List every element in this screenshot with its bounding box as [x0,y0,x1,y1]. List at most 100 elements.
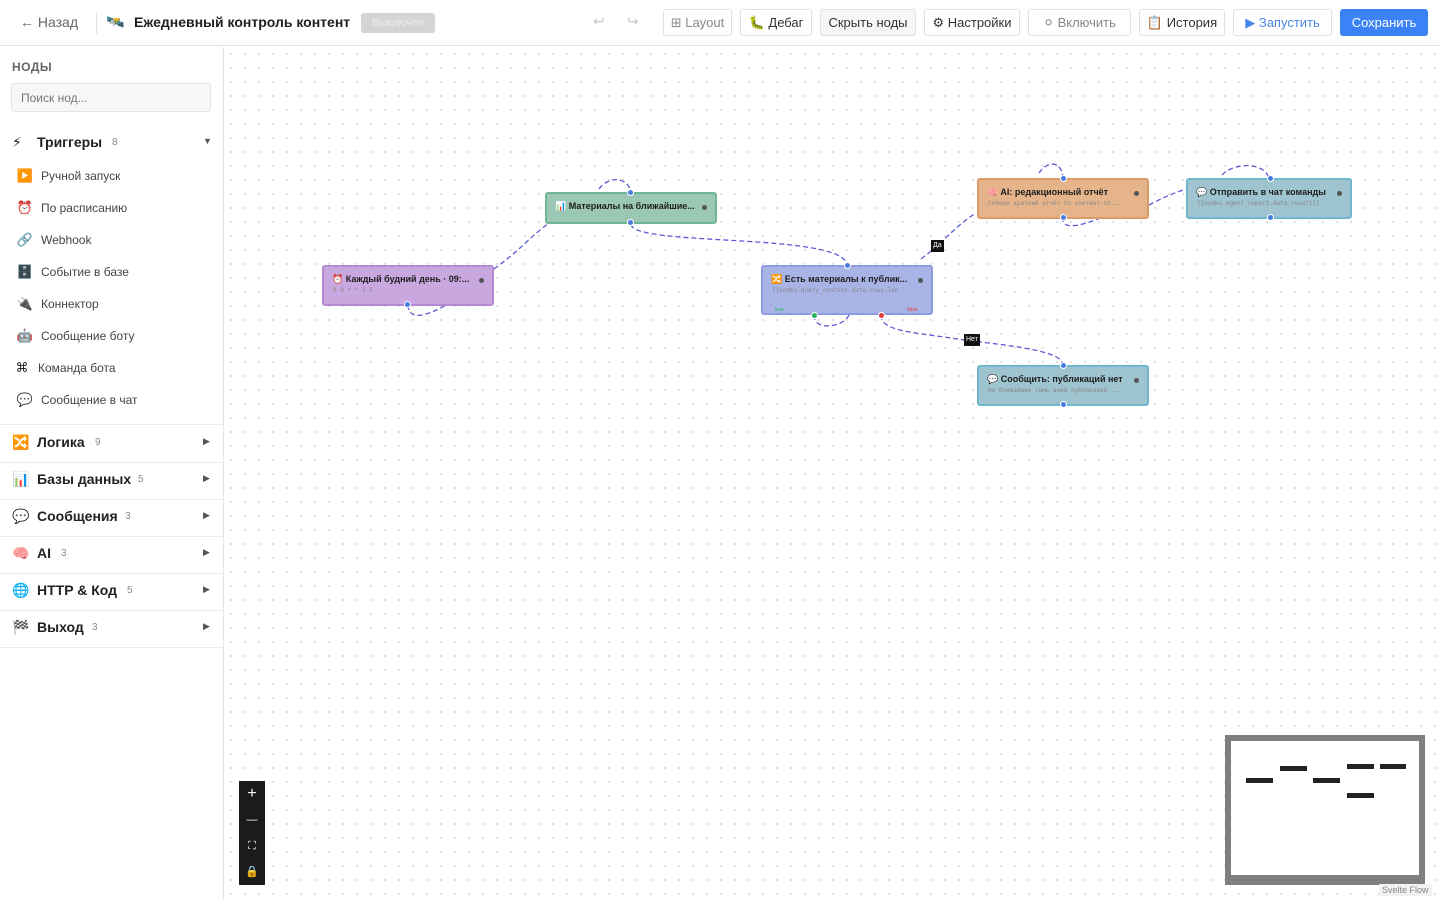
category-label: Выход [37,619,84,635]
category-output[interactable]: 🏁 Выход 3 ▶ [0,610,223,647]
play-icon: ▶️ [16,168,34,183]
layout-button[interactable]: ⊞ Layout [663,9,732,36]
output-handle[interactable] [404,301,411,308]
edge-send-loop [1221,164,1270,179]
category-triggers[interactable]: ⚡ Триггеры 8 ▼ [0,125,223,162]
minimap-node [1380,764,1406,769]
run-button[interactable]: ▶ Запустить [1233,9,1332,36]
debug-button[interactable]: 🐛 Дебаг [740,9,812,36]
false-branch-label: false [907,307,918,313]
node-item-bot-message[interactable]: 🤖 Сообщение боту [0,322,223,350]
node-schedule-trigger[interactable]: ⏰ Каждый будний день · 09:... 0 9 * * 1-… [322,265,494,308]
node-item-schedule[interactable]: ⏰ По расписанию [0,194,223,222]
flow-canvas[interactable]: ⏰ Каждый будний день · 09:... 0 9 * * 1-… [224,47,1440,900]
node-title: 💬 Отправить в чат команды [1196,187,1326,197]
input-handle[interactable] [1267,175,1274,182]
node-item-webhook[interactable]: 🔗 Webhook [0,226,223,254]
top-bar: ← Назад 🛰️ Ежедневный контроль контент В… [0,0,1440,46]
save-button[interactable]: Сохранить [1340,9,1428,36]
edge-ai-to-send [1148,188,1187,206]
brain-icon: 🧠 [987,187,999,197]
redo-icon[interactable]: ↪ [627,13,639,30]
undo-icon[interactable]: ↩ [593,13,605,30]
node-item-label: Сообщение боту [41,329,135,343]
edge-materials-to-condition [630,223,848,266]
robot-icon: 🤖 [16,328,34,343]
input-handle[interactable] [844,262,851,269]
node-subtitle: {{nodes.agent_report.data.result}} [1197,200,1320,207]
zoom-in-button[interactable]: + [239,781,265,807]
workflow-title[interactable]: Ежедневный контроль контент [134,14,356,30]
category-label: Триггеры [37,134,103,150]
minimap[interactable] [1225,735,1425,885]
category-databases[interactable]: 📊 Базы данных 5 ▶ [0,462,223,499]
chevron-down-icon: ▼ [203,136,212,146]
input-handle[interactable] [627,189,634,196]
node-item-label: Ручной запуск [41,169,121,183]
settings-button[interactable]: ⚙ Настройки [924,9,1020,36]
node-item-chat-message[interactable]: 💬 Сообщение в чат [0,386,223,414]
node-materials-query[interactable]: 📊 Материалы на ближайшие... [545,189,717,226]
node-send-team-chat[interactable]: 💬 Отправить в чат команды {{nodes.agent_… [1186,175,1352,221]
category-label: AI [37,545,51,561]
attribution-link[interactable]: Svelte Flow [1379,884,1432,896]
category-label: Логика [37,434,85,450]
output-handle[interactable] [1060,214,1067,221]
category-count: 3 [61,548,67,559]
node-title: 🔀 Есть материалы к публик... [771,274,908,284]
node-item-manual-run[interactable]: ▶️ Ручной запуск [0,162,223,190]
edge-label-yes[interactable]: Да [931,240,944,252]
status-dot [702,205,707,210]
true-output-handle[interactable] [811,312,818,319]
input-handle[interactable] [1060,175,1067,182]
node-notify-no-posts[interactable]: 💬 Сообщить: публикаций нет На ближайшие … [977,362,1149,408]
edge-label-no[interactable]: Нет [964,334,980,346]
category-count: 8 [112,137,118,148]
output-handle[interactable] [627,219,634,226]
enable-button[interactable]: ⚪ Включить [1028,9,1131,36]
edge-schedule-loop [407,304,447,316]
status-dot [1337,191,1342,196]
node-item-connector[interactable]: 🔌 Коннектор [0,290,223,318]
status-dot [479,278,484,283]
command-icon: ⌘ [15,360,29,375]
lightning-icon: ⚡ [12,134,22,150]
node-subtitle: 0 9 * * 1-5 [333,287,373,294]
node-search-input[interactable] [11,83,211,112]
back-button[interactable]: ← Назад [20,14,78,30]
output-handle[interactable] [1267,214,1274,221]
input-handle[interactable] [1060,362,1067,369]
category-logic[interactable]: 🔀 Логика 9 ▶ [0,425,223,462]
bar-chart-icon: 📊 [555,201,567,211]
node-item-label: Событие в базе [41,265,129,279]
speech-bubble-icon: 💬 [1196,187,1208,197]
node-subtitle: {{nodes.query_content.data.rows.len [772,287,899,294]
output-handle[interactable] [1060,401,1067,408]
node-item-label: По расписанию [41,201,128,215]
chevron-right-icon: ▶ [203,510,210,520]
category-label: Базы данных [37,471,132,487]
node-item-db-event[interactable]: 🗄️ Событие в базе [0,258,223,286]
lock-icon[interactable]: 🔒 [239,859,265,885]
minimap-node [1280,766,1307,771]
speech-bubble-icon: 💬 [987,374,999,384]
node-ai-report[interactable]: 🧠 AI: редакционный отчёт Собери краткий … [977,175,1149,221]
node-item-bot-command[interactable]: ⌘ Команда бота [0,354,223,382]
node-item-label: Коннектор [41,297,99,311]
node-condition[interactable]: 🔀 Есть материалы к публик... {{nodes.que… [761,262,933,319]
node-item-label: Webhook [41,233,92,247]
category-messages[interactable]: 💬 Сообщения 3 ▶ [0,499,223,536]
fit-view-button[interactable]: ⛶ [239,833,265,859]
database-icon: 🗄️ [16,264,34,279]
hide-nodes-button[interactable]: Скрыть ноды [820,9,916,36]
edge-schedule-to-materials [493,222,550,270]
divider [96,12,97,34]
alarm-clock-icon: ⏰ [16,200,34,215]
node-item-label: Сообщение в чат [41,393,138,407]
category-http-code[interactable]: 🌐 HTTP & Код 5 ▶ [0,573,223,610]
category-ai[interactable]: 🧠 AI 3 ▶ [0,536,223,573]
false-output-handle[interactable] [878,312,885,319]
history-button[interactable]: 📋 История [1139,9,1225,36]
zoom-out-button[interactable]: — [239,807,265,833]
node-palette-sidebar: НОДЫ ⚡ Триггеры 8 ▼ ▶️ Ручной запуск ⏰ П… [0,47,224,900]
